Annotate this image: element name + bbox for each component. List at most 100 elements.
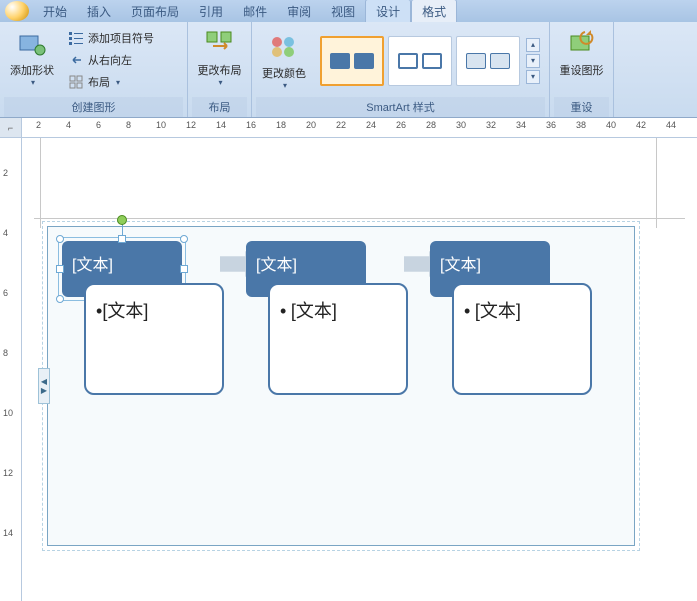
layout-button[interactable]: 布局 ▾ bbox=[64, 72, 158, 92]
change-layout-button[interactable]: 更改布局 ▾ bbox=[192, 24, 247, 91]
add-shape-label: 添加形状 bbox=[10, 62, 54, 78]
change-colors-icon bbox=[268, 31, 300, 63]
gallery-down-button[interactable]: ▾ bbox=[526, 54, 540, 68]
change-layout-icon bbox=[204, 28, 236, 60]
layout-icon bbox=[68, 74, 84, 90]
bullet-icon bbox=[68, 30, 84, 46]
group-label-style: SmartArt 样式 bbox=[256, 97, 545, 117]
chevron-down-icon: ▾ bbox=[218, 78, 222, 87]
tab-page-layout[interactable]: 页面布局 bbox=[121, 0, 189, 22]
ruler-tick: 6 bbox=[96, 120, 101, 130]
rtl-icon bbox=[68, 52, 84, 68]
gallery-up-button[interactable]: ▴ bbox=[526, 38, 540, 52]
ruler-tick: 8 bbox=[3, 348, 8, 358]
ruler-tick: 18 bbox=[276, 120, 286, 130]
resize-handle[interactable] bbox=[180, 265, 188, 273]
ruler-tick: 22 bbox=[336, 120, 346, 130]
document-page[interactable]: ◀▶ [文本] bbox=[22, 138, 697, 601]
ruler-tick: 12 bbox=[186, 120, 196, 130]
style-item-2[interactable] bbox=[388, 36, 452, 86]
tab-design[interactable]: 设计 bbox=[365, 0, 411, 22]
ruler-tick: 42 bbox=[636, 120, 646, 130]
group-label-layout: 布局 bbox=[192, 97, 247, 117]
style-preview-shape bbox=[422, 53, 442, 69]
chevron-down-icon: ▾ bbox=[31, 78, 35, 87]
resize-handle[interactable] bbox=[56, 235, 64, 243]
node-sub-2[interactable]: • [文本] bbox=[268, 283, 408, 395]
ruler-tick: 30 bbox=[456, 120, 466, 130]
office-button[interactable] bbox=[5, 1, 29, 21]
chevron-down-icon: ▾ bbox=[283, 81, 287, 90]
ruler-tick: 40 bbox=[606, 120, 616, 130]
style-preview-shape bbox=[466, 53, 486, 69]
style-preview-shape bbox=[354, 53, 374, 69]
add-bullet-button[interactable]: 添加项目符号 bbox=[64, 28, 158, 48]
margin-guide bbox=[40, 138, 41, 228]
chevron-down-icon: ▾ bbox=[116, 78, 120, 87]
gallery-more-button[interactable]: ▾ bbox=[526, 70, 540, 84]
ruler-tick: 24 bbox=[366, 120, 376, 130]
group-label-reset: 重设 bbox=[554, 97, 609, 117]
ruler-tick: 14 bbox=[216, 120, 226, 130]
margin-guide bbox=[34, 218, 685, 219]
ruler-tick: 20 bbox=[306, 120, 316, 130]
resize-handle[interactable] bbox=[56, 265, 64, 273]
reset-graphic-button[interactable]: 重设图形 bbox=[554, 24, 609, 82]
node-main-text: [文本] bbox=[440, 257, 481, 274]
style-preview-shape bbox=[330, 53, 350, 69]
tab-review[interactable]: 审阅 bbox=[277, 0, 321, 22]
tab-insert[interactable]: 插入 bbox=[77, 0, 121, 22]
ruler-tick: 4 bbox=[66, 120, 71, 130]
bullet-char: • bbox=[464, 301, 470, 321]
resize-handle[interactable] bbox=[118, 235, 126, 243]
ruler-tick: 10 bbox=[156, 120, 166, 130]
ruler-tick: 36 bbox=[546, 120, 556, 130]
tab-view[interactable]: 视图 bbox=[321, 0, 365, 22]
text-pane-toggle[interactable]: ◀▶ bbox=[38, 368, 50, 404]
change-layout-label: 更改布局 bbox=[198, 62, 242, 78]
rtl-label: 从右向左 bbox=[88, 52, 132, 68]
tab-references[interactable]: 引用 bbox=[189, 0, 233, 22]
node-sub-text: [文本] bbox=[475, 301, 521, 321]
tab-format[interactable]: 格式 bbox=[411, 0, 457, 22]
group-label-shape: 创建图形 bbox=[4, 97, 183, 117]
ruler-tick: 28 bbox=[426, 120, 436, 130]
rotation-handle[interactable] bbox=[117, 215, 127, 225]
ruler-tick: 26 bbox=[396, 120, 406, 130]
node-sub-1[interactable]: •[文本] bbox=[84, 283, 224, 395]
ruler-tick: 2 bbox=[3, 168, 8, 178]
ruler-tick: 4 bbox=[3, 228, 8, 238]
ruler-corner[interactable]: ⌐ bbox=[0, 118, 22, 137]
layout-label: 布局 bbox=[88, 74, 110, 90]
node-sub-text: [文本] bbox=[291, 301, 337, 321]
ruler-tick: 2 bbox=[36, 120, 41, 130]
ruler-tick: 6 bbox=[3, 288, 8, 298]
ruler-tick: 8 bbox=[126, 120, 131, 130]
reset-icon bbox=[566, 28, 598, 60]
change-colors-button[interactable]: 更改颜色 ▾ bbox=[256, 27, 312, 94]
ruler-tick: 12 bbox=[3, 468, 13, 478]
style-item-1[interactable] bbox=[320, 36, 384, 86]
smartart-frame[interactable]: ◀▶ [文本] bbox=[47, 226, 635, 546]
gallery-spin: ▴ ▾ ▾ bbox=[526, 38, 540, 84]
tab-home[interactable]: 开始 bbox=[33, 0, 77, 22]
resize-handle[interactable] bbox=[56, 295, 64, 303]
resize-handle[interactable] bbox=[180, 235, 188, 243]
style-preview-shape bbox=[490, 53, 510, 69]
horizontal-ruler[interactable]: 2468101214161820222426283032343638404244 bbox=[22, 118, 697, 137]
tab-mailings[interactable]: 邮件 bbox=[233, 0, 277, 22]
ruler-tick: 16 bbox=[246, 120, 256, 130]
node-main-text: [文本] bbox=[256, 257, 297, 274]
add-shape-button[interactable]: 添加形状 ▾ bbox=[4, 24, 60, 91]
node-sub-3[interactable]: • [文本] bbox=[452, 283, 592, 395]
change-colors-label: 更改颜色 bbox=[262, 65, 306, 81]
vertical-ruler[interactable]: 2468101214 bbox=[0, 138, 22, 601]
ruler-tick: 10 bbox=[3, 408, 13, 418]
margin-guide bbox=[656, 138, 657, 228]
add-shape-icon bbox=[16, 28, 48, 60]
style-preview-shape bbox=[398, 53, 418, 69]
style-item-3[interactable] bbox=[456, 36, 520, 86]
rtl-button[interactable]: 从右向左 bbox=[64, 50, 158, 70]
ruler-tick: 38 bbox=[576, 120, 586, 130]
ruler-tick: 34 bbox=[516, 120, 526, 130]
